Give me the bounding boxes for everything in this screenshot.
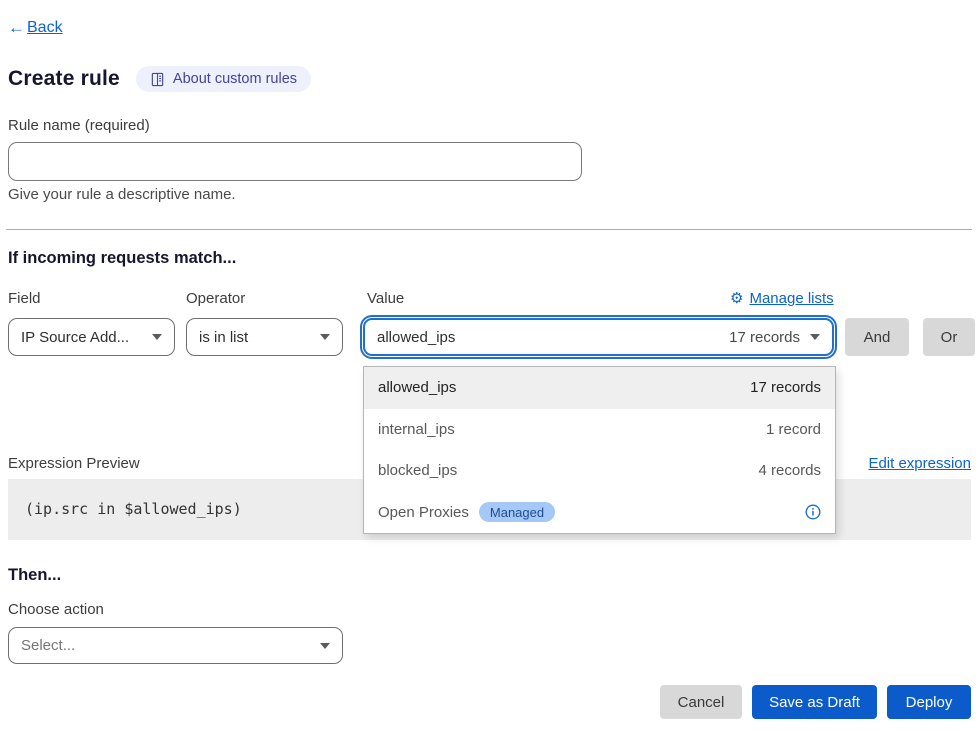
manage-lists-label: Manage lists — [749, 290, 833, 307]
back-label: Back — [27, 19, 63, 37]
list-item-name: blocked_ips — [378, 462, 457, 479]
list-dropdown-menu: allowed_ips 17 records internal_ips 1 re… — [363, 366, 836, 534]
managed-badge: Managed — [479, 502, 555, 522]
match-section-heading: If incoming requests match... — [8, 249, 236, 268]
chevron-down-icon — [152, 334, 162, 340]
field-select-value: IP Source Add... — [21, 329, 129, 346]
rule-name-label: Rule name (required) — [8, 117, 150, 134]
value-select-records: 17 records — [729, 329, 800, 346]
expression-preview-label: Expression Preview — [8, 455, 140, 472]
arrow-left-icon: ← — [8, 18, 25, 38]
list-item-name: internal_ips — [378, 421, 455, 438]
expression-code: (ip.src in $allowed_ips) — [25, 500, 242, 518]
cancel-button[interactable]: Cancel — [660, 685, 742, 719]
field-label: Field — [8, 290, 41, 307]
deploy-button[interactable]: Deploy — [887, 685, 971, 719]
save-as-draft-button[interactable]: Save as Draft — [752, 685, 877, 719]
value-select[interactable]: allowed_ips 17 records — [363, 318, 834, 356]
gear-icon: ⚙ — [730, 291, 743, 306]
action-select-placeholder: Select... — [21, 637, 75, 654]
list-item-blocked-ips[interactable]: blocked_ips 4 records — [364, 450, 835, 492]
value-select-value: allowed_ips — [377, 329, 455, 346]
info-icon[interactable] — [805, 504, 821, 520]
rule-name-helper: Give your rule a descriptive name. — [8, 186, 236, 203]
or-button[interactable]: Or — [923, 318, 975, 356]
page-title: Create rule — [8, 67, 120, 91]
list-item-name: Open Proxies — [378, 504, 469, 521]
list-item-records: 4 records — [758, 462, 821, 479]
operator-select-value: is in list — [199, 329, 248, 346]
value-label: Value — [367, 290, 404, 307]
edit-expression-link[interactable]: Edit expression — [868, 455, 971, 472]
operator-label: Operator — [186, 290, 245, 307]
then-section-heading: Then... — [8, 566, 61, 585]
create-rule-page: ←Back Create rule About custom rules Rul… — [0, 0, 979, 739]
back-link[interactable]: ←Back — [8, 18, 63, 38]
list-item-records: 17 records — [750, 379, 821, 396]
chevron-down-icon — [320, 334, 330, 340]
action-select[interactable]: Select... — [8, 627, 343, 664]
list-item-internal-ips[interactable]: internal_ips 1 record — [364, 409, 835, 451]
manage-lists-link[interactable]: ⚙ Manage lists — [730, 290, 834, 307]
section-divider — [6, 229, 972, 230]
list-item-open-proxies[interactable]: Open Proxies Managed — [364, 492, 835, 534]
rule-name-input[interactable] — [8, 142, 582, 181]
about-custom-rules-link[interactable]: About custom rules — [136, 66, 311, 92]
chevron-down-icon — [320, 643, 330, 649]
chevron-down-icon — [810, 334, 820, 340]
and-button[interactable]: And — [845, 318, 909, 356]
about-badge-label: About custom rules — [173, 71, 297, 87]
operator-select[interactable]: is in list — [186, 318, 343, 356]
list-item-name: allowed_ips — [378, 379, 456, 396]
choose-action-label: Choose action — [8, 601, 104, 618]
list-item-allowed-ips[interactable]: allowed_ips 17 records — [364, 367, 835, 409]
title-row: Create rule About custom rules — [8, 66, 311, 92]
field-select[interactable]: IP Source Add... — [8, 318, 175, 356]
book-icon — [150, 72, 165, 87]
list-item-records: 1 record — [766, 421, 821, 438]
